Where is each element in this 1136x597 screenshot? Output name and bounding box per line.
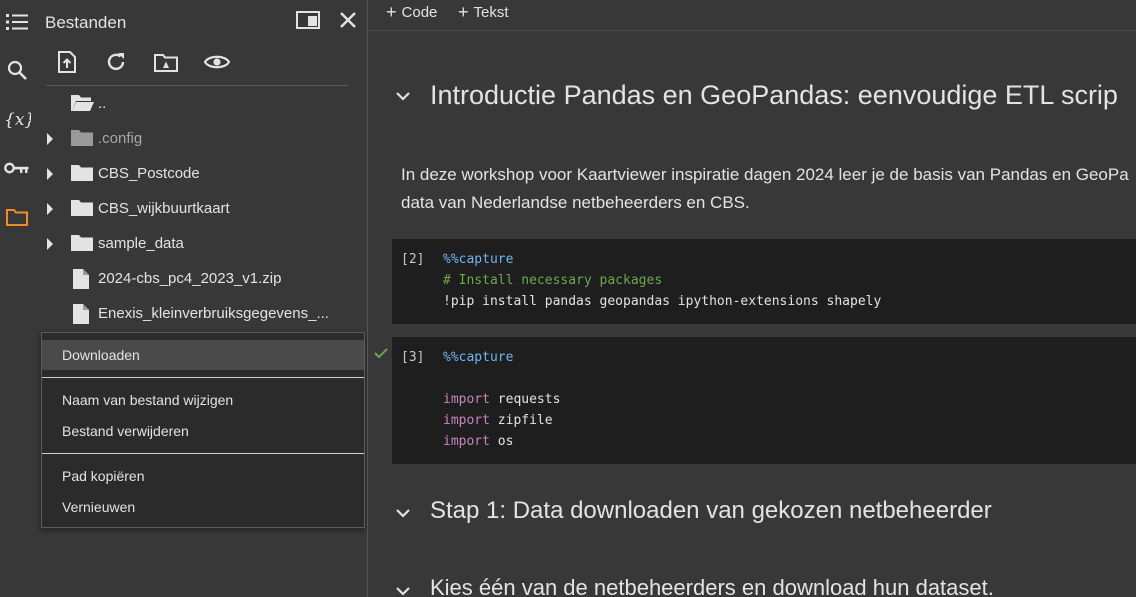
menu-divider <box>42 377 364 378</box>
panel-title: Bestanden <box>45 13 127 32</box>
execution-success-icon <box>374 346 388 364</box>
toolbar-divider <box>368 30 1136 31</box>
close-icon[interactable] <box>335 8 361 32</box>
file-row-enexis[interactable]: Enexis_kleinverbruiksgegevens_... <box>34 296 367 330</box>
open-in-tab-icon[interactable] <box>295 8 321 32</box>
file-label: CBS_wijkbuurtkaart <box>98 200 230 217</box>
files-folder-icon[interactable] <box>3 203 31 231</box>
file-row-sample-data[interactable]: sample_data <box>34 226 367 260</box>
table-of-contents-icon[interactable] <box>3 8 31 36</box>
file-row-zip[interactable]: 2024-cbs_pc4_2023_v1.zip <box>34 261 367 295</box>
add-text-button[interactable]: + Tekst <box>458 3 509 21</box>
menu-item-copy-path[interactable]: Pad kopiëren <box>42 461 364 491</box>
code-cell[interactable]: [3] %%capture import requests import zipf… <box>392 337 1136 464</box>
file-label: Enexis_kleinverbruiksgegevens_... <box>98 305 329 322</box>
file-label: sample_data <box>98 235 184 252</box>
visibility-icon[interactable] <box>202 48 232 76</box>
execution-count: [2] <box>401 252 425 267</box>
drive-folder-icon[interactable] <box>151 48 181 76</box>
file-label: .. <box>98 95 107 112</box>
collapse-chevron-icon[interactable] <box>396 583 410 597</box>
secrets-key-icon[interactable] <box>3 154 31 182</box>
upload-file-icon[interactable] <box>52 48 82 76</box>
menu-item-delete[interactable]: Bestand verwijderen <box>42 416 364 446</box>
expand-arrow-icon[interactable] <box>46 132 54 149</box>
expand-arrow-icon[interactable] <box>46 237 54 254</box>
folder-icon <box>70 198 94 222</box>
folder-icon <box>70 128 94 152</box>
collapse-chevron-icon[interactable] <box>396 505 410 523</box>
section-heading: Introductie Pandas en GeoPandas: eenvoud… <box>430 80 1118 110</box>
section-heading: Stap 1: Data downloaden van gekozen netb… <box>430 497 992 524</box>
folder-icon <box>70 163 94 187</box>
variables-icon[interactable]: {x} <box>3 105 31 133</box>
refresh-icon[interactable] <box>101 48 131 76</box>
file-icon <box>72 268 90 294</box>
folder-icon <box>70 233 94 257</box>
menu-item-download[interactable]: Downloaden <box>42 340 364 370</box>
expand-arrow-icon[interactable] <box>46 167 54 184</box>
expand-arrow-icon[interactable] <box>46 202 54 219</box>
menu-divider <box>42 453 364 454</box>
file-label: CBS_Postcode <box>98 165 200 182</box>
execution-count: [3] <box>401 350 425 365</box>
section-heading: Kies één van de netbeheerders en downloa… <box>430 575 994 597</box>
code-cell[interactable]: [2] %%capture # Install necessary package… <box>392 239 1136 324</box>
collapse-chevron-icon[interactable] <box>396 88 410 106</box>
file-icon <box>72 303 90 329</box>
file-context-menu: Downloaden Naam van bestand wijzigen Bes… <box>41 332 365 528</box>
intro-paragraph: In deze workshop voor Kaartviewer inspir… <box>401 165 1129 212</box>
activity-rail: {x} <box>0 0 34 597</box>
search-icon[interactable] <box>3 56 31 84</box>
folder-open-icon <box>70 93 94 117</box>
code-editor[interactable]: %%capture import requests import zipfile i… <box>443 347 560 452</box>
file-label: .config <box>98 130 143 147</box>
notebook-area: + Code + Tekst Introductie Pandas en GeoPa… <box>368 0 1136 597</box>
code-editor[interactable]: %%capture # Install necessary packages !pi… <box>443 249 881 312</box>
menu-item-refresh[interactable]: Vernieuwen <box>42 492 364 522</box>
add-code-button[interactable]: + Code <box>386 3 437 21</box>
file-row-cbs-wijkbuurtkaart[interactable]: CBS_wijkbuurtkaart <box>34 191 367 225</box>
file-row-config[interactable]: .config <box>34 121 367 155</box>
menu-item-rename[interactable]: Naam van bestand wijzigen <box>42 385 364 415</box>
file-row-parent[interactable]: .. <box>34 86 367 120</box>
plus-icon: + <box>458 2 469 22</box>
plus-icon: + <box>386 2 397 22</box>
svg-text:{x}: {x} <box>4 110 31 130</box>
file-label: 2024-cbs_pc4_2023_v1.zip <box>98 270 282 287</box>
file-row-cbs-postcode[interactable]: CBS_Postcode <box>34 156 367 190</box>
